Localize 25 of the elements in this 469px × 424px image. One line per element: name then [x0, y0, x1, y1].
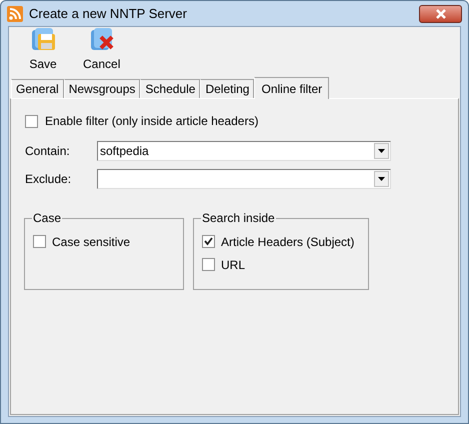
group-title: Search inside — [201, 211, 276, 225]
cancel-button[interactable]: Cancel — [81, 24, 122, 73]
window-title: Create a new NNTP Server — [29, 4, 187, 23]
close-button[interactable] — [419, 4, 462, 22]
checkbox[interactable] — [202, 258, 215, 271]
tab[interactable]: General — [11, 79, 64, 98]
rss-icon — [7, 6, 23, 22]
tab[interactable]: Online filter — [254, 77, 330, 99]
tab[interactable]: Deleting — [200, 79, 254, 98]
field-label: Contain: — [25, 143, 71, 160]
checkbox-label: URL — [221, 256, 246, 274]
tab[interactable]: Schedule — [140, 79, 200, 98]
checkbox[interactable] — [33, 235, 46, 248]
checkbox-label: Case sensitive — [52, 234, 130, 250]
close-icon — [434, 8, 446, 18]
tab[interactable]: Newsgroups — [64, 79, 140, 98]
checkbox[interactable] — [202, 235, 215, 248]
group-title: Case — [32, 211, 62, 225]
save-button[interactable]: Save — [27, 24, 59, 73]
checkbox-label: Article Headers (Subject) — [221, 234, 354, 250]
checkbox-label: Enable filter (only inside article headers) — [45, 113, 258, 130]
combo-box[interactable] — [97, 169, 391, 189]
field-label: Exclude: — [25, 171, 72, 188]
checkbox[interactable] — [25, 114, 38, 128]
combo-box[interactable]: softpedia — [97, 141, 391, 161]
